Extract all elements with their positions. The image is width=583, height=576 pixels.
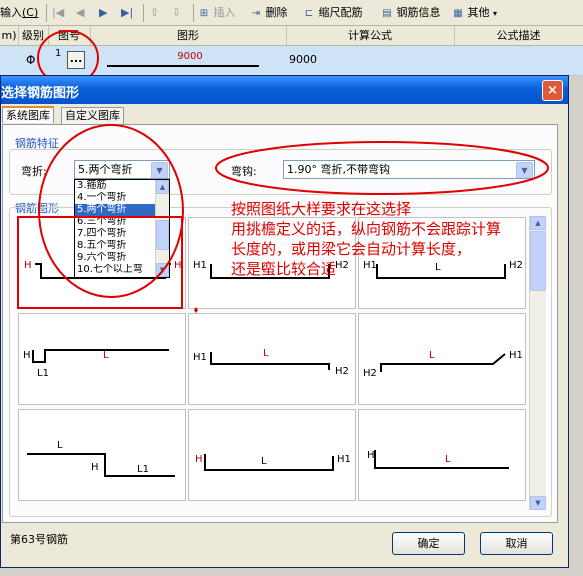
bend-select-highlight-ellipse <box>38 124 184 298</box>
annotation-overlay <box>17 124 549 313</box>
selected-shape-highlight-rect <box>17 216 183 309</box>
annotation-line: 按照图纸大样要求在这选择 <box>231 200 412 218</box>
annotation-line: 用挑檐定义的话，纵向钢筋不会跟踪计算 <box>231 220 502 238</box>
annotation-line: 还是蛮比较合适 <box>231 260 337 278</box>
annotation-line: 长度的，或用梁它会自动计算长度， <box>231 240 472 258</box>
hook-select-highlight-ellipse <box>215 141 549 195</box>
annotation-marker <box>194 307 198 313</box>
annotation-note: 按照图纸大样要求在这选择 用挑檐定义的话，纵向钢筋不会跟踪计算 长度的，或用梁它… <box>231 199 501 279</box>
